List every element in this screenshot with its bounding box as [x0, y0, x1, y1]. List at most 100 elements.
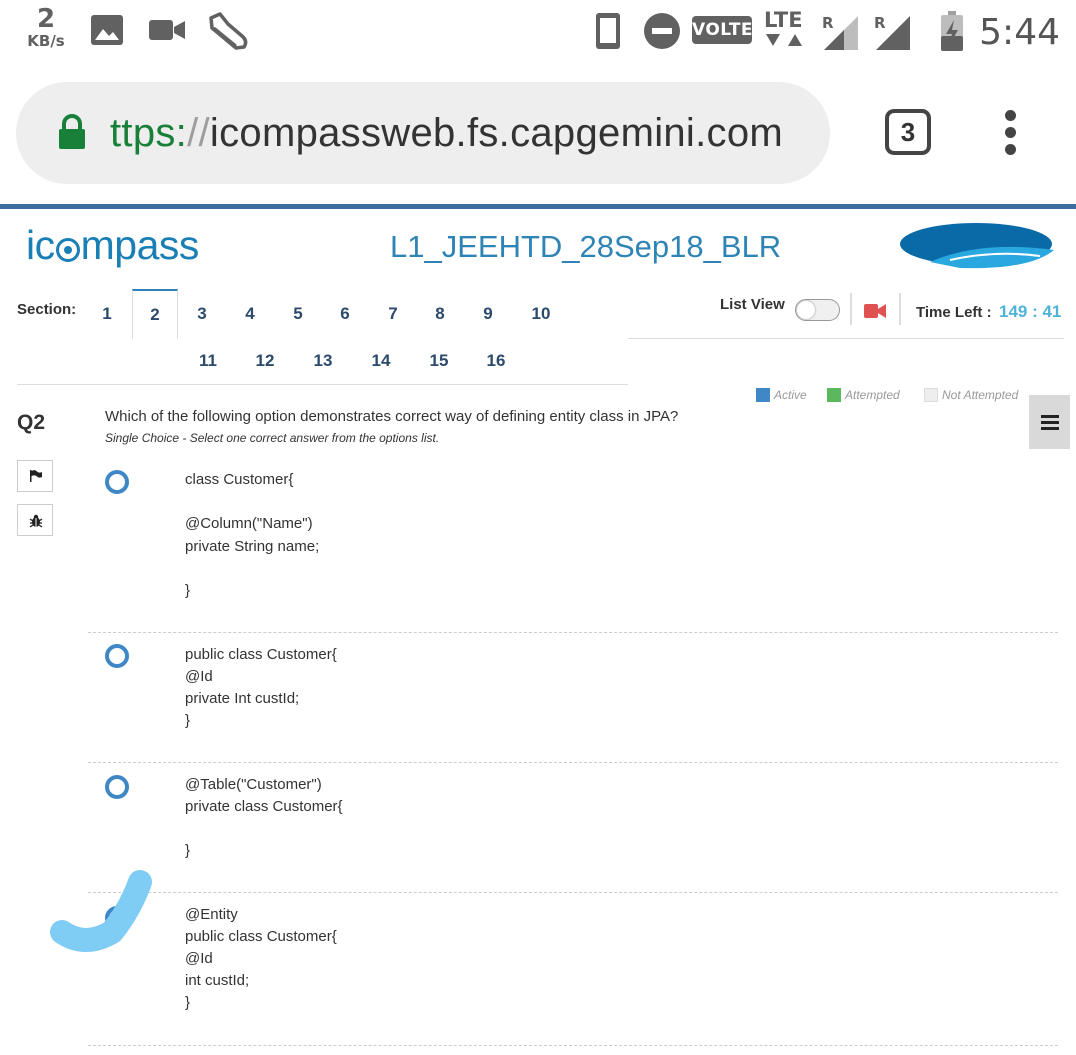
battery-icon [941, 11, 963, 51]
lte-label: LTE [764, 8, 803, 32]
section-label: Section: [17, 301, 77, 318]
option-4-line[interactable]: @Id [185, 950, 213, 967]
network-speed-value: 2 [36, 4, 56, 34]
signal-icon: R [822, 14, 858, 50]
report-bug-button[interactable] [17, 504, 53, 536]
legend-label: Active [774, 388, 807, 402]
option-2-line[interactable]: private Int custId; [185, 690, 299, 707]
section-tab[interactable]: 9 [468, 304, 508, 324]
network-speed: 2 KB/s [22, 6, 70, 49]
option-1-line[interactable]: @Column("Name") [185, 515, 313, 532]
option-3-line[interactable]: } [185, 842, 190, 859]
url-text[interactable]: ttps://icompassweb.fs.capgemini.com [110, 111, 783, 156]
dot-icon [1004, 144, 1016, 155]
signal-icon: R [874, 14, 910, 50]
shoe-icon [209, 12, 248, 50]
capgemini-logo [900, 223, 1054, 269]
section-tab[interactable]: 12 [245, 351, 285, 371]
roaming-label-2: R [874, 14, 886, 32]
exam-title: L1_JEEHTD_28Sep18_BLR [390, 229, 782, 264]
option-2-radio[interactable] [105, 644, 129, 668]
question-number: Q2 [17, 411, 46, 434]
option-divider [88, 1045, 1058, 1046]
section-tab[interactable]: 6 [325, 304, 365, 324]
section-tab[interactable]: 8 [420, 304, 460, 324]
network-speed-unit: KB/s [27, 32, 65, 50]
camera-icon[interactable] [864, 303, 886, 319]
url-slashes: // [187, 111, 210, 155]
legend-active: Active [756, 388, 807, 402]
section-tab[interactable]: 5 [278, 304, 318, 324]
option-3-line[interactable]: private class Customer{ [185, 798, 343, 815]
legend-swatch-attempted [827, 388, 841, 402]
legend-label: Attempted [845, 388, 900, 402]
lock-icon [59, 114, 85, 149]
list-view-toggle[interactable] [795, 299, 840, 321]
lte-indicator: LTE [764, 10, 806, 52]
section-tab[interactable]: 1 [87, 304, 127, 324]
divider [899, 293, 901, 325]
section-tab[interactable]: 2 [135, 305, 175, 325]
section-tab[interactable]: 3 [182, 304, 222, 324]
dot-icon [1004, 110, 1016, 121]
volte-badge: VOLTE [692, 16, 753, 44]
logo-compass-icon [55, 238, 80, 262]
legend-not-attempted: Not Attempted [924, 388, 1018, 402]
option-2-line[interactable]: @Id [185, 668, 213, 685]
section-tab[interactable]: 13 [303, 351, 343, 371]
divider [628, 338, 1064, 339]
clock: 5:44 [979, 12, 1060, 53]
browser-menu-button[interactable] [1000, 110, 1020, 156]
option-1-line[interactable]: class Customer{ [185, 471, 293, 488]
divider [850, 293, 852, 325]
logo-text-start: ic [26, 222, 55, 268]
option-3-line[interactable]: @Table("Customer") [185, 776, 322, 793]
dnd-icon [644, 13, 680, 49]
legend-swatch-not-attempted [924, 388, 938, 402]
option-divider [88, 632, 1058, 633]
tab-switcher-button[interactable]: 3 [885, 109, 931, 155]
option-1-radio[interactable] [105, 470, 129, 494]
roaming-label-1: R [822, 14, 834, 32]
option-4-line[interactable]: @Entity [185, 906, 238, 923]
legend-attempted: Attempted [827, 388, 900, 402]
option-2-line[interactable]: public class Customer{ [185, 646, 337, 663]
legend-label: Not Attempted [942, 388, 1019, 402]
section-tab[interactable]: 16 [476, 351, 516, 371]
video-icon [149, 20, 185, 40]
section-tab[interactable]: 15 [419, 351, 459, 371]
option-divider [88, 762, 1058, 763]
url-scheme: ttps: [110, 111, 188, 155]
option-4-line[interactable]: int custId; [185, 972, 249, 989]
url-host: icompassweb.fs.capgemini.com [209, 111, 783, 155]
legend-swatch-active [756, 388, 770, 402]
list-view-label: List View [720, 296, 785, 313]
option-4-line[interactable]: public class Customer{ [185, 928, 337, 945]
question-instructions: Single Choice - Select one correct answe… [105, 431, 440, 445]
icompass-logo: ic mpass [26, 222, 199, 269]
option-2-line[interactable]: } [185, 712, 190, 729]
status-bar: 2 KB/s VOLTE LTE R R 5:44 [0, 0, 1076, 64]
section-tab[interactable]: 11 [188, 351, 228, 371]
option-4-line[interactable]: } [185, 994, 190, 1011]
time-left-label: Time Left : [916, 304, 992, 321]
data-arrows-icon [766, 34, 802, 46]
question-palette-menu-button[interactable] [1029, 395, 1070, 449]
flag-icon [30, 470, 42, 482]
option-1-line[interactable]: } [185, 582, 190, 599]
section-tab[interactable]: 4 [230, 304, 270, 324]
option-3-radio[interactable] [105, 775, 129, 799]
phone-icon [596, 13, 620, 49]
section-tab[interactable]: 7 [373, 304, 413, 324]
time-left-value: 149 : 41 [999, 302, 1062, 321]
flag-button[interactable] [17, 460, 53, 492]
divider [17, 384, 628, 385]
logo-text-end: mpass [80, 222, 200, 268]
question-text: Which of the following option demonstrat… [105, 408, 679, 425]
section-tab[interactable]: 10 [521, 304, 561, 324]
checkmark-annotation-icon [50, 870, 152, 952]
header-rule [0, 204, 1076, 209]
section-tab[interactable]: 14 [361, 351, 401, 371]
bug-icon [29, 514, 43, 528]
option-1-line[interactable]: private String name; [185, 538, 319, 555]
